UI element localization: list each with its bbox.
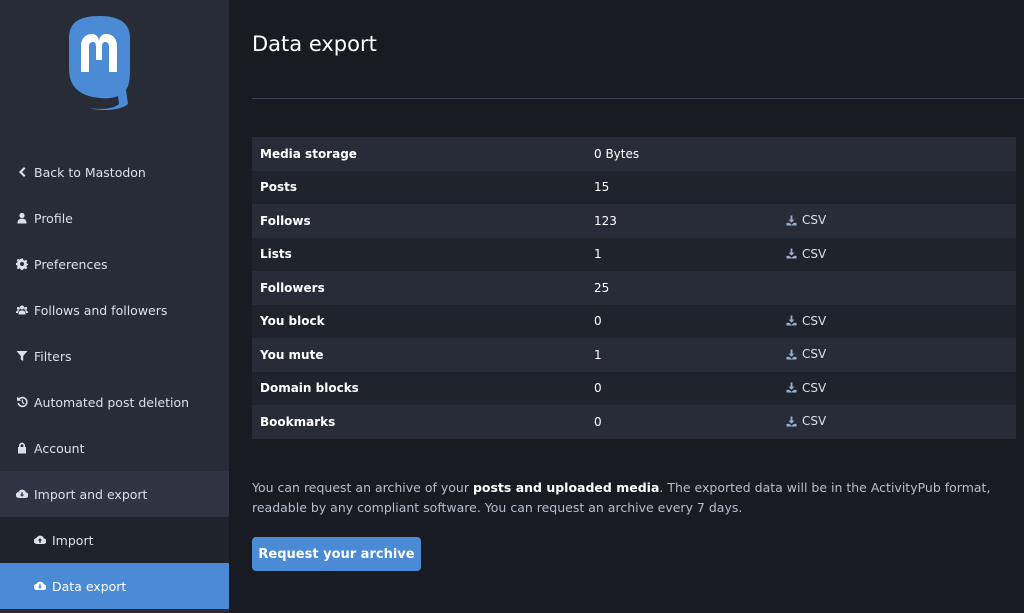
csv-label: CSV [802, 347, 827, 361]
row-action [778, 170, 1016, 204]
sidebar-subitem-data-export[interactable]: Data export [0, 563, 229, 609]
row-value: 25 [586, 271, 778, 305]
request-archive-button[interactable]: Request your archive [252, 537, 421, 571]
row-action [778, 271, 1016, 305]
history-icon [16, 396, 28, 408]
cloud-download-icon [16, 488, 28, 500]
download-icon [786, 382, 797, 393]
table-row: Bookmarks 0 CSV [252, 405, 1016, 439]
sidebar-item-back[interactable]: Back to Mastodon [0, 149, 229, 195]
chevron-left-icon [16, 166, 28, 178]
download-icon [786, 348, 797, 360]
row-label: Media storage [252, 137, 586, 171]
csv-download-link[interactable]: CSV [786, 414, 826, 428]
row-action [778, 137, 1016, 171]
csv-download-link[interactable]: CSV [786, 381, 826, 395]
csv-label: CSV [802, 246, 827, 261]
row-action: CSV [778, 371, 1016, 405]
sidebar-item-label: Follows and followers [34, 302, 168, 318]
export-table: Media storage 0 Bytes Posts 15 Follows 123 CSV… [252, 137, 1016, 439]
sidebar-subitem-import[interactable]: Import [0, 517, 229, 563]
row-action: CSV [778, 405, 1016, 439]
row-value: 0 [586, 405, 778, 439]
hint-text-before: You can request an archive of your [252, 480, 473, 495]
sidebar-item-profile[interactable]: Profile [0, 195, 229, 241]
gear-icon [16, 258, 28, 270]
csv-label: CSV [802, 313, 827, 328]
table-row: Follows 123 CSV [252, 204, 1016, 238]
row-value: 123 [586, 204, 778, 238]
mastodon-logo[interactable] [66, 14, 132, 110]
cloud-upload-icon [34, 534, 46, 546]
filter-icon [16, 350, 28, 362]
table-row: Followers 25 [252, 271, 1016, 305]
download-icon [786, 214, 797, 226]
download-icon [786, 248, 797, 259]
user-icon [16, 212, 28, 224]
row-label: Followers [252, 271, 586, 305]
sidebar-nav: Back to Mastodon Profile Preferences Fol… [0, 149, 229, 609]
row-value: 1 [586, 338, 778, 372]
sidebar-item-preferences[interactable]: Preferences [0, 241, 229, 287]
table-row: You mute 1 CSV [252, 338, 1016, 372]
csv-download-link[interactable]: CSV [786, 213, 826, 227]
row-label: Lists [252, 237, 586, 271]
lock-icon [16, 442, 28, 454]
csv-label: CSV [802, 380, 827, 395]
csv-download-link[interactable]: CSV [786, 314, 826, 328]
table-row: Media storage 0 Bytes [252, 137, 1016, 171]
title-divider [252, 98, 1024, 99]
sidebar-item-label: Preferences [34, 256, 108, 272]
row-value: 0 Bytes [586, 137, 778, 171]
sidebar-item-label: Import and export [34, 486, 148, 502]
csv-download-link[interactable]: CSV [786, 247, 826, 261]
download-icon [786, 415, 797, 427]
download-icon [786, 315, 797, 326]
row-label: Follows [252, 204, 586, 238]
csv-download-link[interactable]: CSV [786, 347, 826, 361]
archive-hint: You can request an archive of your posts… [252, 478, 1016, 518]
row-action: CSV [778, 304, 1016, 338]
table-row: Domain blocks 0 CSV [252, 371, 1016, 405]
sidebar-subitem-label: Import [52, 532, 94, 548]
row-label: Bookmarks [252, 405, 586, 439]
sidebar-item-follows[interactable]: Follows and followers [0, 287, 229, 333]
row-action: CSV [778, 204, 1016, 238]
sidebar-subnav: Import Data export [0, 517, 229, 609]
csv-label: CSV [802, 213, 827, 227]
sidebar-item-label: Account [34, 440, 85, 456]
row-action: CSV [778, 338, 1016, 372]
users-icon [16, 304, 28, 316]
row-label: You mute [252, 338, 586, 372]
table-row: Posts 15 [252, 170, 1016, 204]
sidebar-item-label: Back to Mastodon [34, 164, 146, 180]
table-row: You block 0 CSV [252, 304, 1016, 338]
row-value: 0 [586, 371, 778, 405]
cloud-download-icon [34, 580, 46, 592]
sidebar: Back to Mastodon Profile Preferences Fol… [0, 0, 229, 613]
row-value: 0 [586, 304, 778, 338]
sidebar-item-label: Automated post deletion [34, 394, 190, 410]
sidebar-item-filters[interactable]: Filters [0, 333, 229, 379]
row-label: Domain blocks [252, 371, 586, 405]
row-value: 15 [586, 170, 778, 204]
csv-label: CSV [802, 414, 827, 428]
sidebar-item-account[interactable]: Account [0, 425, 229, 471]
sidebar-item-automated-post-deletion[interactable]: Automated post deletion [0, 379, 229, 425]
hint-text-strong: posts and uploaded media [472, 480, 660, 495]
row-action: CSV [778, 237, 1016, 271]
sidebar-item-label: Filters [34, 348, 72, 364]
page-title: Data export [252, 32, 377, 56]
row-label: Posts [252, 170, 586, 204]
sidebar-subitem-label: Data export [52, 578, 127, 594]
sidebar-item-label: Profile [34, 210, 73, 226]
sidebar-item-import-and-export[interactable]: Import and export [0, 471, 229, 517]
row-label: You block [252, 304, 586, 338]
row-value: 1 [586, 237, 778, 271]
table-row: Lists 1 CSV [252, 237, 1016, 271]
